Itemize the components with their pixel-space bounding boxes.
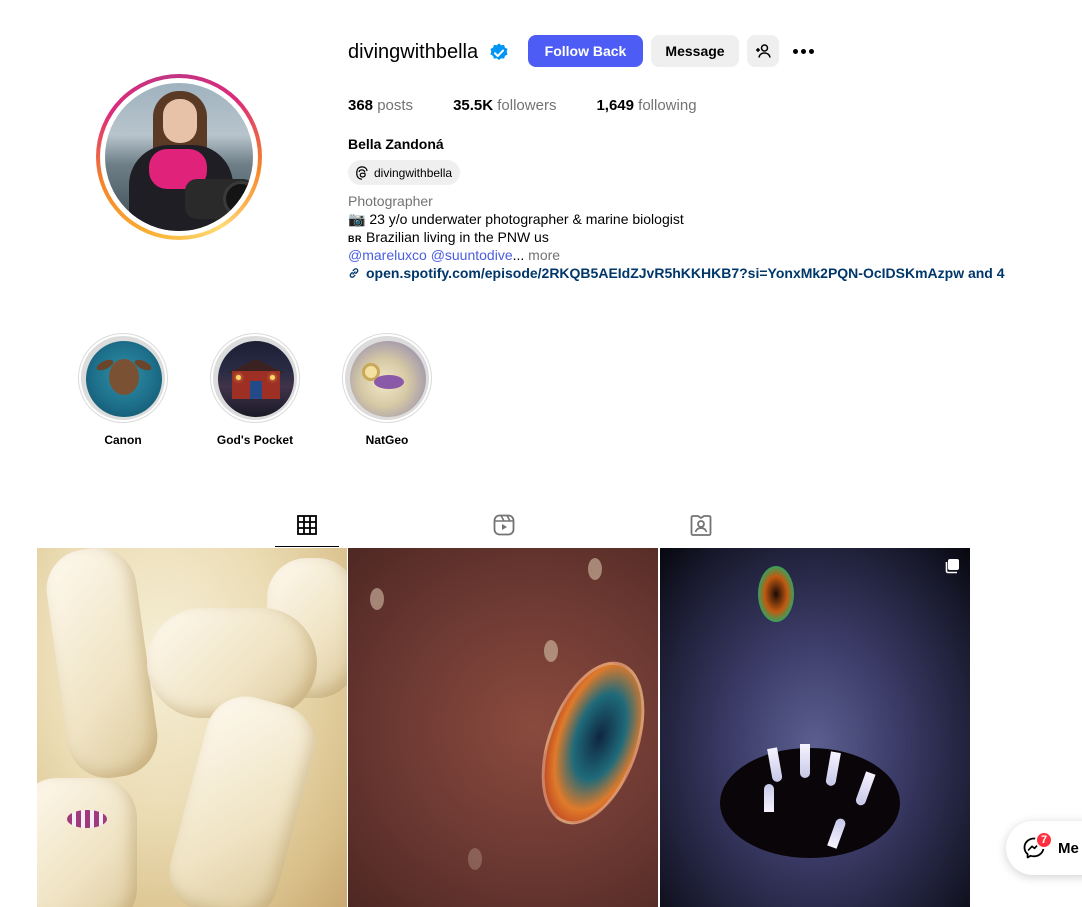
verified-badge-icon	[490, 43, 508, 61]
posts-grid-icon	[297, 515, 317, 535]
highlight-label: Canon	[104, 433, 142, 447]
more-options-icon[interactable]	[790, 38, 816, 64]
profile-stats: 368 posts 35.5K followers 1,649 followin…	[348, 97, 737, 114]
mention-link[interactable]: @suuntodive	[431, 247, 513, 263]
bio-more-link[interactable]: more	[524, 247, 560, 263]
profile-full-name: Bella Zandoná	[348, 136, 444, 152]
highlight-cover-ring	[210, 333, 300, 423]
tab-posts[interactable]	[275, 512, 339, 547]
messages-label: Me	[1058, 839, 1079, 857]
link-icon	[349, 268, 359, 278]
highlight-cover-image	[350, 341, 426, 417]
threads-link-chip[interactable]: divingwithbella	[348, 160, 461, 185]
bio-line: 📷 23 y/o underwater photographer & marin…	[348, 211, 684, 227]
suggested-accounts-button[interactable]	[747, 35, 779, 67]
post-thumbnail[interactable]	[37, 548, 347, 907]
highlight-cover-ring	[78, 333, 168, 423]
add-user-icon	[756, 44, 771, 58]
profile-category: Photographer	[348, 193, 433, 209]
threads-handle: divingwithbella	[374, 165, 453, 180]
tagged-icon	[690, 515, 712, 536]
profile-avatar-story-ring[interactable]	[96, 74, 262, 240]
highlight-cover-image	[86, 341, 162, 417]
carousel-icon	[945, 559, 959, 574]
post-thumbnail[interactable]	[348, 548, 658, 907]
highlight-cover-image	[218, 341, 294, 417]
avatar-ring-gap	[100, 78, 258, 236]
highlight-cover-ring	[342, 333, 432, 423]
highlight-label: God's Pocket	[216, 433, 294, 447]
post-thumbnail[interactable]	[660, 548, 970, 907]
followers-stat[interactable]: 35.5K followers	[453, 97, 556, 114]
reels-icon	[493, 514, 515, 536]
story-highlight[interactable]: Canon	[78, 333, 168, 447]
highlight-label: NatGeo	[365, 433, 409, 447]
profile-username: divingwithbella	[348, 41, 479, 63]
posts-stat: 368 posts	[348, 97, 414, 114]
bio-line: BR Brazilian living in the PNW us	[348, 229, 549, 245]
tab-tagged[interactable]	[669, 512, 733, 547]
avatar	[105, 83, 253, 231]
bio-mentions-line: @mareluxco @suuntodive... more	[348, 247, 561, 263]
tab-reels[interactable]	[472, 512, 536, 547]
threads-icon	[356, 165, 368, 180]
follow-back-button[interactable]: Follow Back	[528, 35, 643, 67]
unread-messages-badge: 7	[1035, 831, 1053, 849]
story-highlight[interactable]: God's Pocket	[210, 333, 300, 447]
mention-link[interactable]: @mareluxco	[348, 247, 427, 263]
following-stat[interactable]: 1,649 following	[596, 97, 696, 114]
message-button[interactable]: Message	[651, 35, 739, 67]
profile-external-link[interactable]: open.spotify.com/episode/2RKQB5AEIdZJvR5…	[348, 265, 1005, 281]
story-highlight[interactable]: NatGeo	[342, 333, 432, 447]
